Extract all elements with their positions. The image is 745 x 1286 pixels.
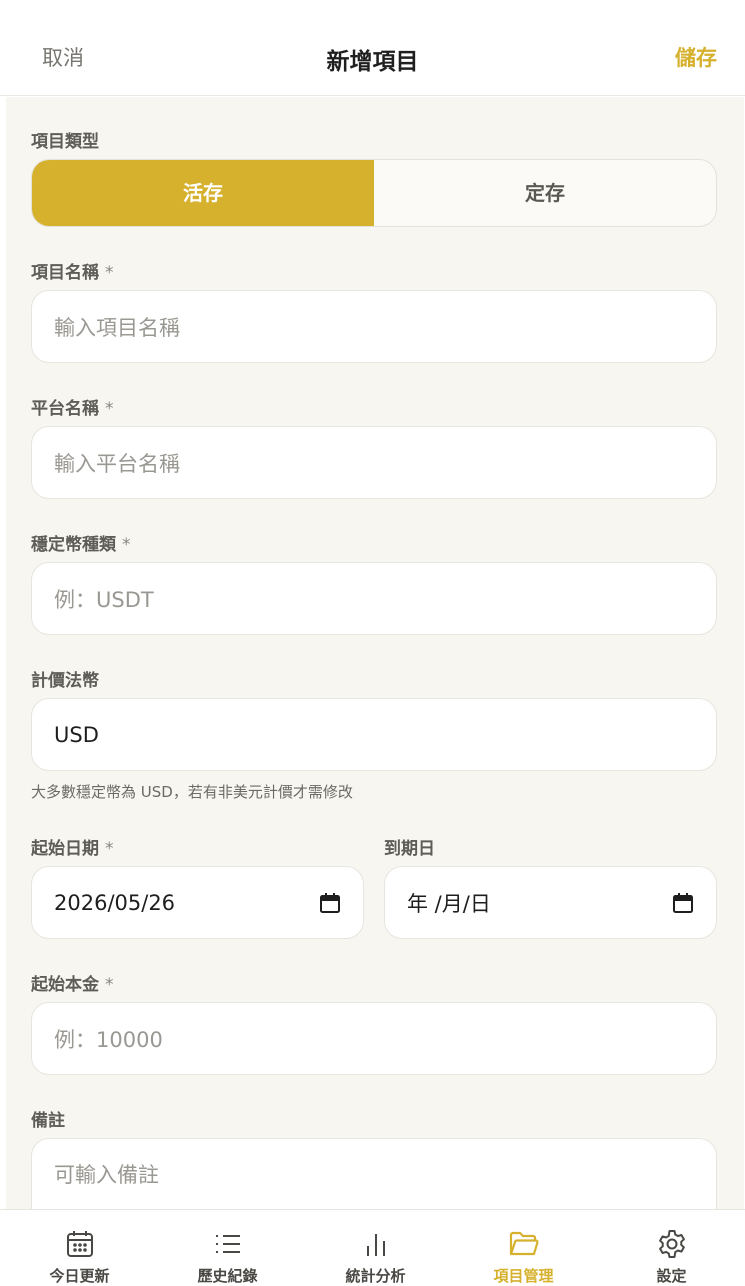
page-title: 新增項目 [326,49,419,75]
start-date-value: 2026/05/26 [54,890,176,915]
nav-item-history[interactable]: 歷史紀錄 [153,1210,302,1286]
gear-icon [659,1230,685,1258]
list-icon [216,1235,240,1253]
calendar-picker-icon[interactable] [672,892,694,914]
nav-label: 項目管理 [493,1267,554,1285]
end-date-label: 到期日 [384,839,435,859]
name-placeholder: 輸入項目名稱 [54,315,180,340]
start-date-input[interactable]: 2026/05/26 [31,866,364,939]
nav-item-today[interactable]: 今日更新 [5,1210,154,1286]
nav-item-stats[interactable]: 統計分析 [301,1210,450,1286]
start-date-label: 起始日期 * [31,839,114,859]
name-label: 項目名稱 * [31,263,114,283]
fiat-label: 計價法幣 [31,671,99,691]
platform-label: 平台名稱 * [31,399,114,419]
platform-input[interactable]: 輸入平台名稱 [31,426,717,499]
type-label: 項目類型 [31,132,99,152]
nav-label: 歷史紀錄 [197,1267,258,1285]
bottom-nav: 今日更新 歷史紀錄 統計分析 項目管理 設定 [0,1209,745,1286]
calendar-picker-icon[interactable] [319,892,341,914]
name-input[interactable]: 輸入項目名稱 [31,290,717,363]
note-placeholder: 可輸入備註 [54,1163,159,1187]
type-option-fixed[interactable]: 定存 [374,160,716,226]
fiat-hint: 大多數穩定幣為 USD，若有非美元計價才需修改 [31,783,353,801]
top-bar: 取消 新增項目 儲存 [0,0,745,96]
nav-item-settings[interactable]: 設定 [597,1210,745,1286]
note-label: 備註 [31,1111,65,1131]
platform-placeholder: 輸入平台名稱 [54,451,180,476]
folder-icon [509,1231,539,1256]
stablecoin-input[interactable]: 例：USDT [31,562,717,635]
end-date-placeholder: 年 /月/日 [407,891,491,916]
end-date-input[interactable]: 年 /月/日 [384,866,717,939]
type-segmented-control[interactable]: 活存 定存 [31,159,717,227]
fiat-value: USD [54,722,99,747]
nav-item-projects[interactable]: 項目管理 [449,1210,598,1286]
note-textarea[interactable]: 可輸入備註 [31,1138,717,1209]
type-option-demand[interactable]: 活存 [32,160,374,226]
fiat-input[interactable]: USD [31,698,717,771]
stablecoin-placeholder: 例：USDT [54,587,154,612]
nav-label: 統計分析 [345,1267,406,1285]
save-button[interactable]: 儲存 [675,42,717,72]
bar-chart-icon [367,1234,385,1256]
nav-label: 設定 [656,1267,687,1285]
stablecoin-label: 穩定幣種類 * [31,535,131,555]
nav-label: 今日更新 [49,1267,110,1285]
principal-placeholder: 例：10000 [54,1027,163,1052]
principal-label: 起始本金 * [31,975,114,995]
calendar-icon [67,1231,93,1257]
principal-input[interactable]: 例：10000 [31,1002,717,1075]
form-container: 項目類型 活存 定存 項目名稱 * 輸入項目名稱 平台名稱 * 輸入平台名稱 穩定幣… [6,97,744,1209]
